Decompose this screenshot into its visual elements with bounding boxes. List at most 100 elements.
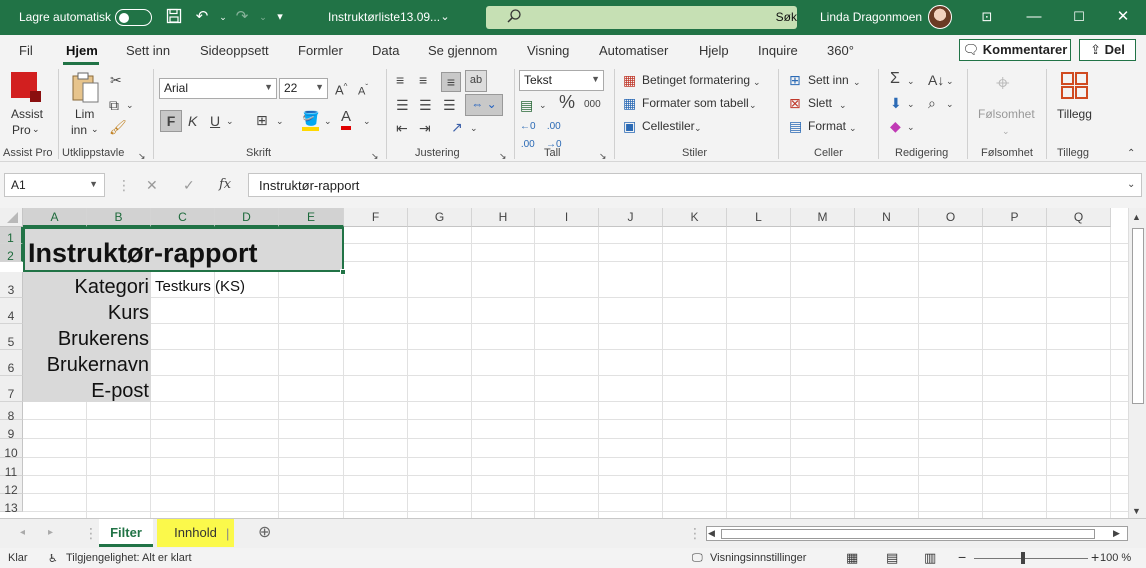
insert-function-icon[interactable]: fx (219, 176, 231, 194)
save-icon[interactable] (165, 8, 183, 26)
row-header[interactable]: 4 (0, 298, 23, 324)
maximize-icon[interactable]: ☐ (1070, 8, 1088, 26)
chevron-down-icon[interactable]: ⌄ (226, 112, 234, 130)
label-brukerens[interactable]: Brukerens (58, 328, 149, 351)
accounting-format-icon[interactable]: ▤ (520, 96, 533, 114)
sort-filter-icon[interactable]: A↓ (928, 71, 944, 89)
row-header[interactable]: 8 (0, 402, 23, 423)
conditional-format-button[interactable]: Betinget formatering (642, 73, 750, 87)
column-header[interactable]: G (408, 208, 472, 227)
redo-dropdown-icon[interactable]: ⌄ (254, 8, 272, 26)
ribbon-display-icon[interactable]: ⊡ (978, 8, 996, 26)
scroll-down-icon[interactable]: ▼ (1132, 502, 1141, 518)
horizontal-scrollbar[interactable]: ◀ ▶ (706, 526, 1128, 541)
share-button[interactable]: ⇪ Del (1079, 39, 1136, 61)
borders-icon[interactable]: ⊞ (256, 111, 268, 129)
chevron-down-icon[interactable]: ⌄ (853, 73, 861, 91)
comments-button[interactable]: 🗨 Kommentarer (959, 39, 1071, 61)
cut-icon[interactable]: ✂ (110, 71, 122, 89)
tab-inquire[interactable]: Inquire (758, 43, 798, 58)
cell-styles-button[interactable]: Cellestiler (642, 119, 695, 133)
chevron-down-icon[interactable]: ⌄ (694, 119, 702, 137)
chevron-down-icon[interactable]: ⌄ (907, 72, 915, 90)
zoom-out-icon[interactable]: − (958, 549, 966, 565)
tab-review[interactable]: Se gjennom (428, 43, 497, 58)
tab-file[interactable]: Fil (19, 43, 33, 58)
addins-icon[interactable] (1060, 71, 1090, 101)
label-epost[interactable]: E-post (91, 380, 149, 403)
tab-split-icon[interactable]: ⋮ (688, 524, 702, 542)
column-header[interactable]: P (983, 208, 1047, 227)
column-header[interactable]: M (791, 208, 855, 227)
clear-icon[interactable]: ◆ (890, 117, 901, 135)
avatar[interactable] (928, 5, 952, 29)
search-box[interactable]: Søk (486, 6, 797, 29)
label-kategori[interactable]: Kategori (75, 276, 150, 299)
wrap-text-icon[interactable]: ab (465, 70, 487, 92)
column-header[interactable]: C (151, 208, 215, 227)
horizontal-scroll-thumb[interactable] (721, 529, 1095, 539)
chevron-down-icon[interactable]: ⌄ (749, 96, 757, 114)
font-color-icon[interactable]: A (341, 108, 352, 130)
insert-cells-button[interactable]: Sett inn (808, 73, 849, 87)
tab-view[interactable]: Visning (527, 43, 569, 58)
column-header[interactable]: A (23, 208, 87, 227)
fill-icon[interactable]: ⬇ (890, 94, 902, 112)
delete-cells-icon[interactable]: ⊠ (789, 94, 801, 112)
normal-view-icon[interactable]: ▦ (846, 550, 858, 566)
addins-button[interactable]: Tillegg (1057, 107, 1092, 121)
user-name[interactable]: Linda Dragonmoen (820, 10, 922, 24)
sheet-tab-filter[interactable]: Filter (99, 519, 153, 547)
orientation-icon[interactable]: ↗ (451, 118, 463, 136)
scroll-left-icon[interactable]: ◀ (708, 524, 715, 542)
fill-handle[interactable] (340, 269, 346, 275)
chevron-down-icon[interactable]: ⌄ (470, 119, 478, 137)
row-header[interactable]: 2 (0, 244, 23, 263)
tab-formulas[interactable]: Formler (298, 43, 343, 58)
cell-c3[interactable]: Testkurs (KS) (155, 278, 245, 295)
chevron-down-icon[interactable]: ⌄ (363, 112, 371, 130)
chevron-down-icon[interactable]: ⌄ (539, 96, 547, 114)
undo-icon[interactable]: ↶ (193, 8, 211, 26)
row-header[interactable]: 5 (0, 324, 23, 350)
row-header[interactable]: 10 (0, 439, 23, 460)
chevron-down-icon[interactable]: ⌄ (436, 8, 454, 26)
column-header[interactable]: B (87, 208, 151, 227)
scroll-up-icon[interactable]: ▲ (1132, 208, 1141, 226)
fill-color-icon[interactable]: 🪣 (302, 109, 320, 131)
accessibility-status[interactable]: Tilgjengelighet: Alt er klart (66, 552, 192, 564)
column-header[interactable]: N (855, 208, 919, 227)
format-as-table-icon[interactable]: ▦ (623, 94, 636, 112)
tab-360[interactable]: 360° (827, 43, 854, 58)
collapse-ribbon-icon[interactable]: ⌃ (1127, 145, 1135, 163)
column-header[interactable]: F (344, 208, 408, 227)
tab-automate[interactable]: Automatiser (599, 43, 668, 58)
row-header[interactable]: 13 (0, 494, 23, 515)
chevron-down-icon[interactable]: ⌄ (946, 95, 954, 113)
delete-cells-button[interactable]: Slett (808, 96, 832, 110)
sensitivity-icon[interactable]: ⌖ (996, 69, 1010, 99)
prev-sheet-icon[interactable]: ◂ (20, 524, 25, 542)
row-header[interactable]: 9 (0, 420, 23, 441)
autosave-toggle[interactable] (115, 9, 152, 26)
insert-cells-icon[interactable]: ⊞ (789, 71, 801, 89)
font-size-combo[interactable]: 22 ▼ (279, 78, 328, 99)
row-header[interactable]: 12 (0, 476, 23, 497)
font-name-combo[interactable]: Arial ▼ (159, 78, 277, 99)
italic-button[interactable]: K (188, 112, 197, 130)
column-header[interactable]: L (727, 208, 791, 227)
tab-home[interactable]: Hjem (66, 43, 98, 58)
tab-insert[interactable]: Sett inn (126, 43, 170, 58)
column-header[interactable]: H (472, 208, 535, 227)
column-header[interactable]: I (535, 208, 599, 227)
close-icon[interactable]: ✕ (1114, 8, 1132, 26)
format-cells-icon[interactable]: ▤ (789, 117, 802, 135)
chevron-down-icon[interactable]: ⌄ (753, 73, 761, 91)
align-middle-icon[interactable]: ≡ (419, 71, 427, 89)
align-center-icon[interactable]: ☰ (419, 96, 432, 114)
column-header[interactable]: D (215, 208, 279, 227)
column-header[interactable]: Q (1047, 208, 1111, 227)
row-header[interactable]: 11 (0, 458, 23, 479)
report-title-cell[interactable]: Instruktør-rapport (28, 238, 258, 269)
format-as-table-button[interactable]: Formater som tabell (642, 96, 749, 110)
